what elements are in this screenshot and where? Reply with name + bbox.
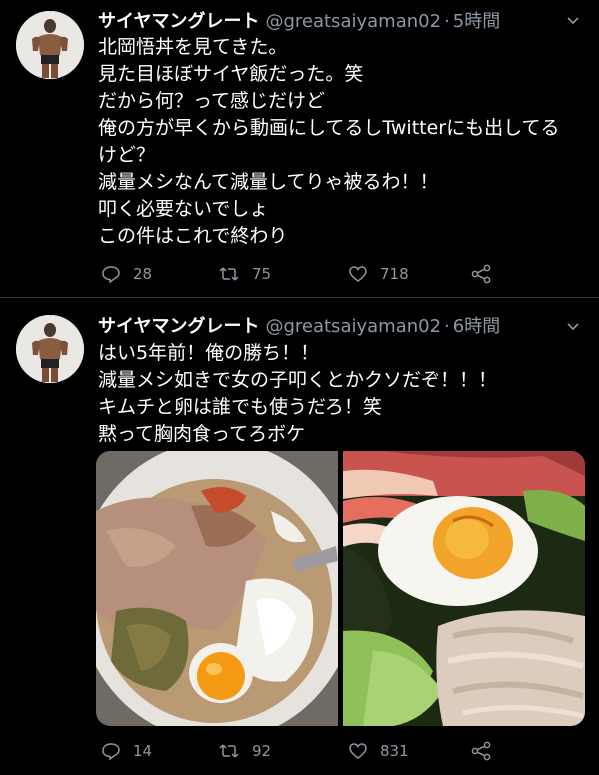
reply-count: 14 [133,742,153,760]
tweet-text-line: 叩く必要ないでしょ [98,198,269,220]
retweet-count: 92 [252,742,272,760]
reply-icon [102,743,120,761]
chevron-down-icon[interactable] [565,318,581,334]
display-name[interactable]: サイヤマングレート [98,316,259,337]
retweet-count: 75 [252,265,272,283]
tweet-text: はい5年前！俺の勝ち！！ 減量メシ如きで女の子叩くとかクソだぞ！！！ キムチと卵… [98,340,587,448]
avatar[interactable] [16,315,84,383]
tweet-text: 北岡悟丼を見てきた。 見た目ほぼサイヤ飯だった。笑 だから何？って感じだけど 俺… [98,34,587,250]
retweet-button[interactable]: 75 [218,262,271,286]
share-icon [471,741,491,761]
share-icon [471,264,491,284]
user-handle[interactable]: @greatsaiyaman02 [265,11,441,32]
reply-count: 28 [133,265,153,283]
tweet[interactable]: サイヤマングレート @greatsaiyaman02 · 5時間 北岡悟丼を見てきた。… [0,0,599,297]
tweet-text-line: 俺の方が早くから動画にしてるしTwitterにも出してる [98,117,560,139]
chicken-egg-salad-bowl-photo[interactable] [343,451,585,726]
tweet-text-line: だから何？って感じだけど [98,90,326,112]
tweet-text-line: この件はこれで終わり [98,225,288,247]
retweet-button[interactable]: 92 [218,739,271,763]
tweet-header: サイヤマングレート @greatsaiyaman02 · 5時間 [98,9,559,35]
separator-dot: · [444,316,450,337]
separator-dot: · [444,11,450,32]
tuna-natto-egg-rice-bowl-photo[interactable] [96,451,338,726]
like-button[interactable]: 718 [348,262,409,286]
retweet-icon [219,267,239,281]
share-button[interactable] [470,739,504,763]
like-button[interactable]: 831 [348,739,409,763]
tweet-text-line: 減量メシなんて減量してりゃ被るわ！！ [98,171,439,193]
tweet-text-line: 見た目ほぼサイヤ飯だった。笑 [98,63,364,85]
heart-icon [349,743,367,759]
chevron-down-icon[interactable] [565,12,581,28]
avatar-image [16,11,84,79]
tweet-actions: 14 92 831 [98,739,518,763]
avatar[interactable] [16,11,84,79]
timestamp[interactable]: 6時間 [453,316,500,337]
like-count: 831 [380,742,409,760]
tweet-text-line: キムチと卵は誰でも使うだろ！笑 [98,396,382,418]
tweet-text-line: けど？ [98,144,156,166]
avatar-image [16,315,84,383]
heart-icon [349,266,367,282]
tweet-text-line: 黙って胸肉食ってろボケ [98,423,306,445]
reply-button[interactable]: 28 [101,262,152,286]
user-handle[interactable]: @greatsaiyaman02 [265,316,441,337]
tweet-actions: 28 75 718 [98,262,518,286]
tweet-text-line: 北岡悟丼を見てきた。 [98,36,288,58]
tweet-text-line: はい5年前！俺の勝ち！！ [98,342,320,364]
share-button[interactable] [470,262,504,286]
food-photo-image [343,451,585,726]
reply-icon [102,266,120,284]
like-count: 718 [380,265,409,283]
display-name[interactable]: サイヤマングレート [98,11,259,32]
food-photo-image [96,451,338,726]
timestamp[interactable]: 5時間 [453,11,500,32]
tweet-text-line: 減量メシ如きで女の子叩くとかクソだぞ！！！ [98,369,498,391]
tweet-photos [96,451,585,726]
tweet[interactable]: サイヤマングレート @greatsaiyaman02 · 6時間 はい5年前！俺の勝ち… [0,298,599,775]
retweet-icon [219,744,239,758]
tweet-header: サイヤマングレート @greatsaiyaman02 · 6時間 [98,314,559,340]
reply-button[interactable]: 14 [101,739,152,763]
